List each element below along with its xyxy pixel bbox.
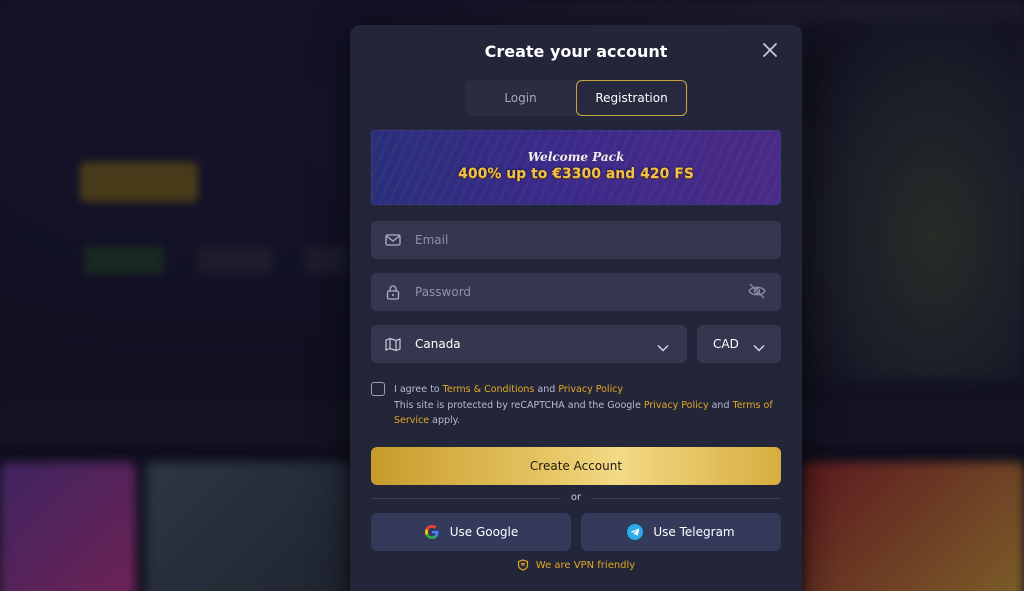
mail-icon <box>371 234 415 246</box>
close-button[interactable] <box>760 40 780 60</box>
consent-and: and <box>537 384 556 395</box>
country-value: Canada <box>415 337 461 351</box>
vpn-note-label: We are VPN friendly <box>535 559 636 571</box>
google-privacy-link[interactable]: Privacy Policy <box>644 400 709 411</box>
terms-link[interactable]: Terms & Conditions <box>443 384 535 395</box>
currency-value: CAD <box>713 337 739 351</box>
country-select[interactable]: Canada <box>371 325 687 363</box>
telegram-button-label: Use Telegram <box>653 525 735 539</box>
banner-subtitle: Welcome Pack <box>527 150 625 164</box>
or-separator: or <box>570 492 582 503</box>
registration-modal: Create your account Login Registration W… <box>350 25 802 591</box>
modal-title: Create your account <box>484 42 668 61</box>
lock-icon <box>371 284 415 300</box>
shield-icon <box>517 559 528 571</box>
create-account-button[interactable]: Create Account <box>371 447 781 485</box>
terms-checkbox[interactable] <box>371 382 385 396</box>
consent-agree-label: I agree to <box>394 384 440 395</box>
email-field[interactable]: Email <box>371 221 781 259</box>
vpn-friendly-note: We are VPN friendly <box>350 559 802 571</box>
banner-offer: 400% up to €3300 and 420 FS <box>458 166 694 182</box>
tab-registration[interactable]: Registration <box>576 80 687 116</box>
consent-apply: apply. <box>432 415 460 426</box>
privacy-policy-link[interactable]: Privacy Policy <box>558 384 623 395</box>
google-button-label: Use Google <box>449 525 519 539</box>
telegram-signin-button[interactable]: Use Telegram <box>581 513 781 551</box>
email-placeholder: Email <box>415 233 449 247</box>
consent-and: and <box>711 399 730 411</box>
currency-select[interactable]: CAD <box>697 325 781 363</box>
map-icon <box>371 337 415 352</box>
google-signin-button[interactable]: Use Google <box>371 513 571 551</box>
password-field[interactable]: Password <box>371 273 781 311</box>
tab-login[interactable]: Login <box>465 80 576 116</box>
welcome-banner: Welcome Pack 400% up to €3300 and 420 FS <box>371 130 781 205</box>
chevron-down-icon <box>753 337 765 356</box>
consent-text: I agree to Terms & Conditions and Privac… <box>394 382 784 429</box>
google-icon <box>424 524 440 540</box>
eye-off-icon[interactable] <box>747 282 767 304</box>
close-icon <box>763 43 777 57</box>
chevron-down-icon <box>657 337 669 356</box>
recaptcha-note: This site is protected by reCAPTCHA and … <box>394 399 641 411</box>
auth-tabs: Login Registration <box>465 80 688 116</box>
password-placeholder: Password <box>415 285 472 299</box>
telegram-icon <box>627 524 644 540</box>
